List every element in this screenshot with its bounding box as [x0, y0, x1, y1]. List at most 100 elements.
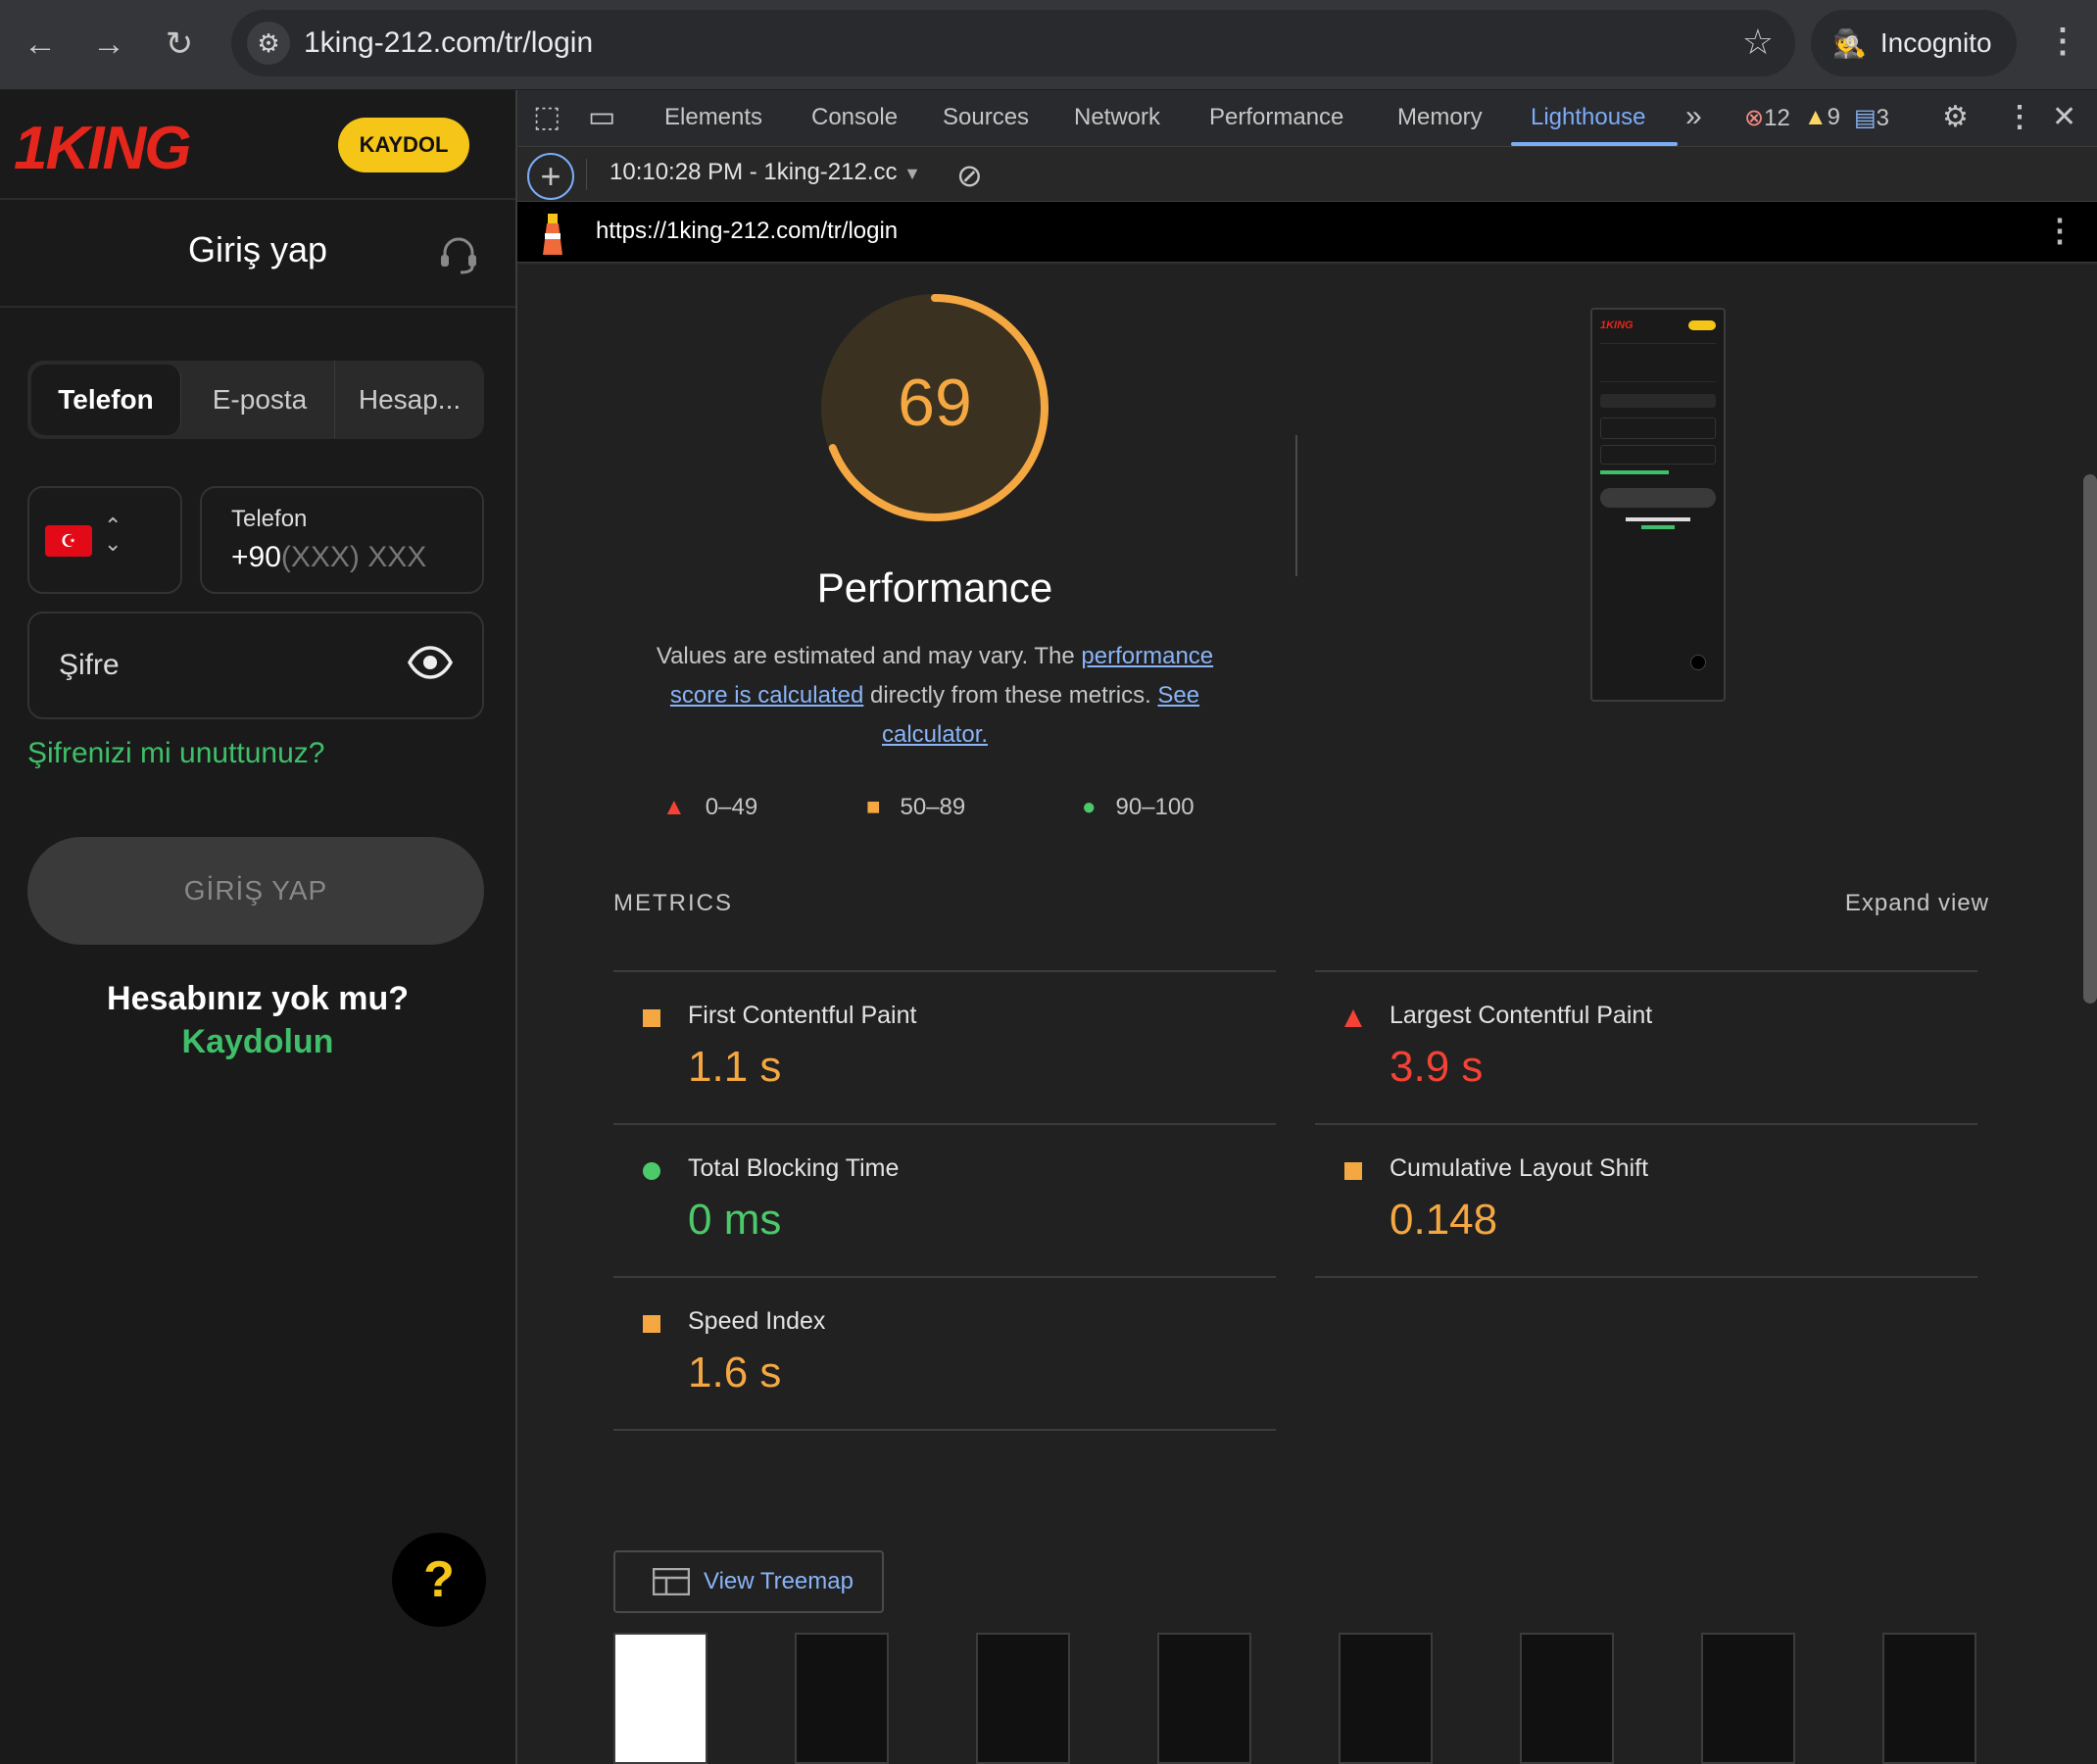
tab-console[interactable]: Console: [811, 104, 898, 131]
login-button[interactable]: GİRİŞ YAP: [27, 837, 484, 945]
phone-label: Telefon: [231, 506, 308, 532]
forward-icon[interactable]: →: [86, 22, 131, 67]
metric-lcp: Largest Contentful Paint 3.9 s: [1315, 970, 1977, 1123]
device-toolbar-icon[interactable]: ▭: [588, 100, 615, 134]
site-settings-icon[interactable]: ⚙: [247, 22, 290, 65]
metric-name: Largest Contentful Paint: [1390, 1002, 1653, 1029]
thumb-password: [1600, 445, 1716, 465]
more-tabs-chevron-icon[interactable]: »: [1685, 100, 1702, 133]
password-placeholder: Şifre: [59, 649, 120, 681]
url-text[interactable]: 1king-212.com/tr/login: [304, 26, 593, 60]
warning-icon: ▲: [1803, 104, 1828, 130]
lighthouse-logo-icon: [543, 214, 562, 255]
site-logo[interactable]: 1KING: [14, 114, 191, 183]
filmstrip-frame: [976, 1633, 1070, 1764]
thumb-phone: [1600, 417, 1716, 439]
vertical-divider: [1295, 435, 1297, 576]
forgot-password-link[interactable]: Şifrenizi mi unuttunuz?: [27, 737, 325, 770]
help-button[interactable]: ?: [392, 1533, 486, 1627]
devtools-panel: ⬚ ▭ Elements Console Sources Network Per…: [515, 90, 2097, 1764]
phone-prefix: +90: [231, 541, 281, 573]
settings-gear-icon[interactable]: ⚙: [1942, 100, 1969, 134]
report-url[interactable]: https://1king-212.com/tr/login: [596, 218, 898, 245]
filmstrip-frame: [1339, 1633, 1433, 1764]
message-count: ▤3: [1853, 105, 1889, 131]
password-field[interactable]: Şifre: [27, 612, 484, 719]
tab-sources[interactable]: Sources: [943, 104, 1029, 131]
new-report-plus-icon[interactable]: +: [527, 153, 574, 200]
fail-triangle-icon: [1344, 1009, 1362, 1027]
phone-input[interactable]: +90(XXX) XXX: [231, 541, 426, 574]
average-square-icon: ■: [866, 794, 881, 820]
phone-placeholder: (XXX) XXX: [280, 541, 427, 573]
browser-menu-icon[interactable]: ⋮: [2046, 22, 2079, 67]
filmstrip-frame: [1157, 1633, 1251, 1764]
browser-toolbar: ← → ↻ ⚙ 1king-212.com/tr/login ☆ 🕵 Incog…: [0, 0, 2097, 90]
bookmark-star-icon[interactable]: ☆: [1742, 22, 1774, 63]
incognito-indicator[interactable]: 🕵 Incognito: [1811, 10, 2017, 76]
tab-account[interactable]: Hesap...: [335, 361, 484, 439]
thumb-register: [1641, 525, 1675, 529]
signup-button[interactable]: KAYDOL: [338, 118, 469, 172]
support-headset-icon[interactable]: [435, 231, 482, 278]
metric-tbt: Total Blocking Time 0 ms: [613, 1123, 1276, 1276]
thumb-signup-pill: [1688, 320, 1716, 330]
incognito-label: Incognito: [1879, 27, 1992, 58]
metric-value: 0.148: [1390, 1196, 1498, 1244]
show-password-eye-icon[interactable]: [408, 643, 453, 691]
phone-field[interactable]: Telefon +90(XXX) XXX: [200, 486, 484, 594]
inspect-element-icon[interactable]: ⬚: [533, 100, 561, 134]
treemap-label: View Treemap: [704, 1568, 853, 1594]
report-selector[interactable]: 10:10:28 PM - 1king-212.cc ▼: [610, 159, 921, 186]
active-tab-indicator: [1511, 142, 1678, 146]
metric-value: 3.9 s: [1390, 1043, 1484, 1091]
metrics-bottom-divider: [613, 1429, 1276, 1431]
thumb-tabs: [1600, 394, 1716, 408]
metric-name: Cumulative Layout Shift: [1390, 1154, 1649, 1182]
thumb-noacc: [1626, 517, 1690, 521]
view-treemap-button[interactable]: View Treemap: [613, 1550, 884, 1613]
report-menu-icon[interactable]: ⋮: [2044, 212, 2075, 249]
legend-fail: ▲ 0–49: [662, 794, 758, 820]
tab-email[interactable]: E-posta: [185, 361, 335, 439]
final-screenshot[interactable]: 1KING: [1590, 308, 1726, 702]
metric-fcp: First Contentful Paint 1.1 s: [613, 970, 1276, 1123]
average-square-icon: [643, 1315, 660, 1333]
metric-name: Total Blocking Time: [688, 1154, 900, 1182]
reload-icon[interactable]: ↻: [157, 22, 202, 67]
tab-performance[interactable]: Performance: [1209, 104, 1343, 131]
tab-memory[interactable]: Memory: [1397, 104, 1483, 131]
tab-elements[interactable]: Elements: [664, 104, 762, 131]
warning-count: ▲9: [1803, 104, 1840, 130]
back-icon[interactable]: ←: [18, 22, 63, 67]
country-code-select[interactable]: ☪ ⌃ ⌄: [27, 486, 182, 594]
report-time: 10:10:28 PM - 1king-212.cc: [610, 159, 898, 185]
category-title: Performance: [816, 564, 1053, 611]
close-devtools-icon[interactable]: ✕: [2052, 100, 2076, 134]
metric-value: 1.6 s: [688, 1348, 782, 1396]
thumb-logo: 1KING: [1600, 319, 1634, 331]
thumb-title-row: [1600, 343, 1716, 382]
address-bar[interactable]: ⚙ 1king-212.com/tr/login ☆: [231, 10, 1795, 76]
lighthouse-toolbar: + 10:10:28 PM - 1king-212.cc ▼ ⊘: [517, 147, 2097, 202]
devtools-menu-icon[interactable]: ⋮: [2005, 100, 2034, 134]
clear-reports-icon[interactable]: ⊘: [956, 157, 983, 194]
issue-counters[interactable]: ⊗12 ▲9 ▤3: [1744, 104, 1889, 132]
tab-phone[interactable]: Telefon: [31, 365, 181, 435]
toolbar-divider: [586, 159, 587, 190]
expand-view-toggle[interactable]: Expand view: [1845, 890, 1989, 917]
turkey-flag-icon: ☪: [45, 525, 92, 557]
incognito-icon: 🕵: [1832, 27, 1867, 59]
legend-average: ■ 50–89: [866, 794, 966, 820]
filmstrip-frame: [1520, 1633, 1614, 1764]
tab-lighthouse[interactable]: Lighthouse: [1531, 104, 1645, 131]
tab-network[interactable]: Network: [1074, 104, 1160, 131]
filmstrip-frame: [795, 1633, 889, 1764]
dropdown-caret-icon: ▼: [903, 164, 921, 183]
devtools-tab-bar: ⬚ ▭ Elements Console Sources Network Per…: [517, 90, 2097, 147]
metric-value: 0 ms: [688, 1196, 782, 1244]
register-link[interactable]: Kaydolun: [0, 1023, 515, 1061]
report-scrollbar[interactable]: [2083, 474, 2097, 1004]
metric-name: First Contentful Paint: [688, 1002, 917, 1029]
login-method-tabs: Telefon E-posta Hesap...: [27, 361, 484, 439]
